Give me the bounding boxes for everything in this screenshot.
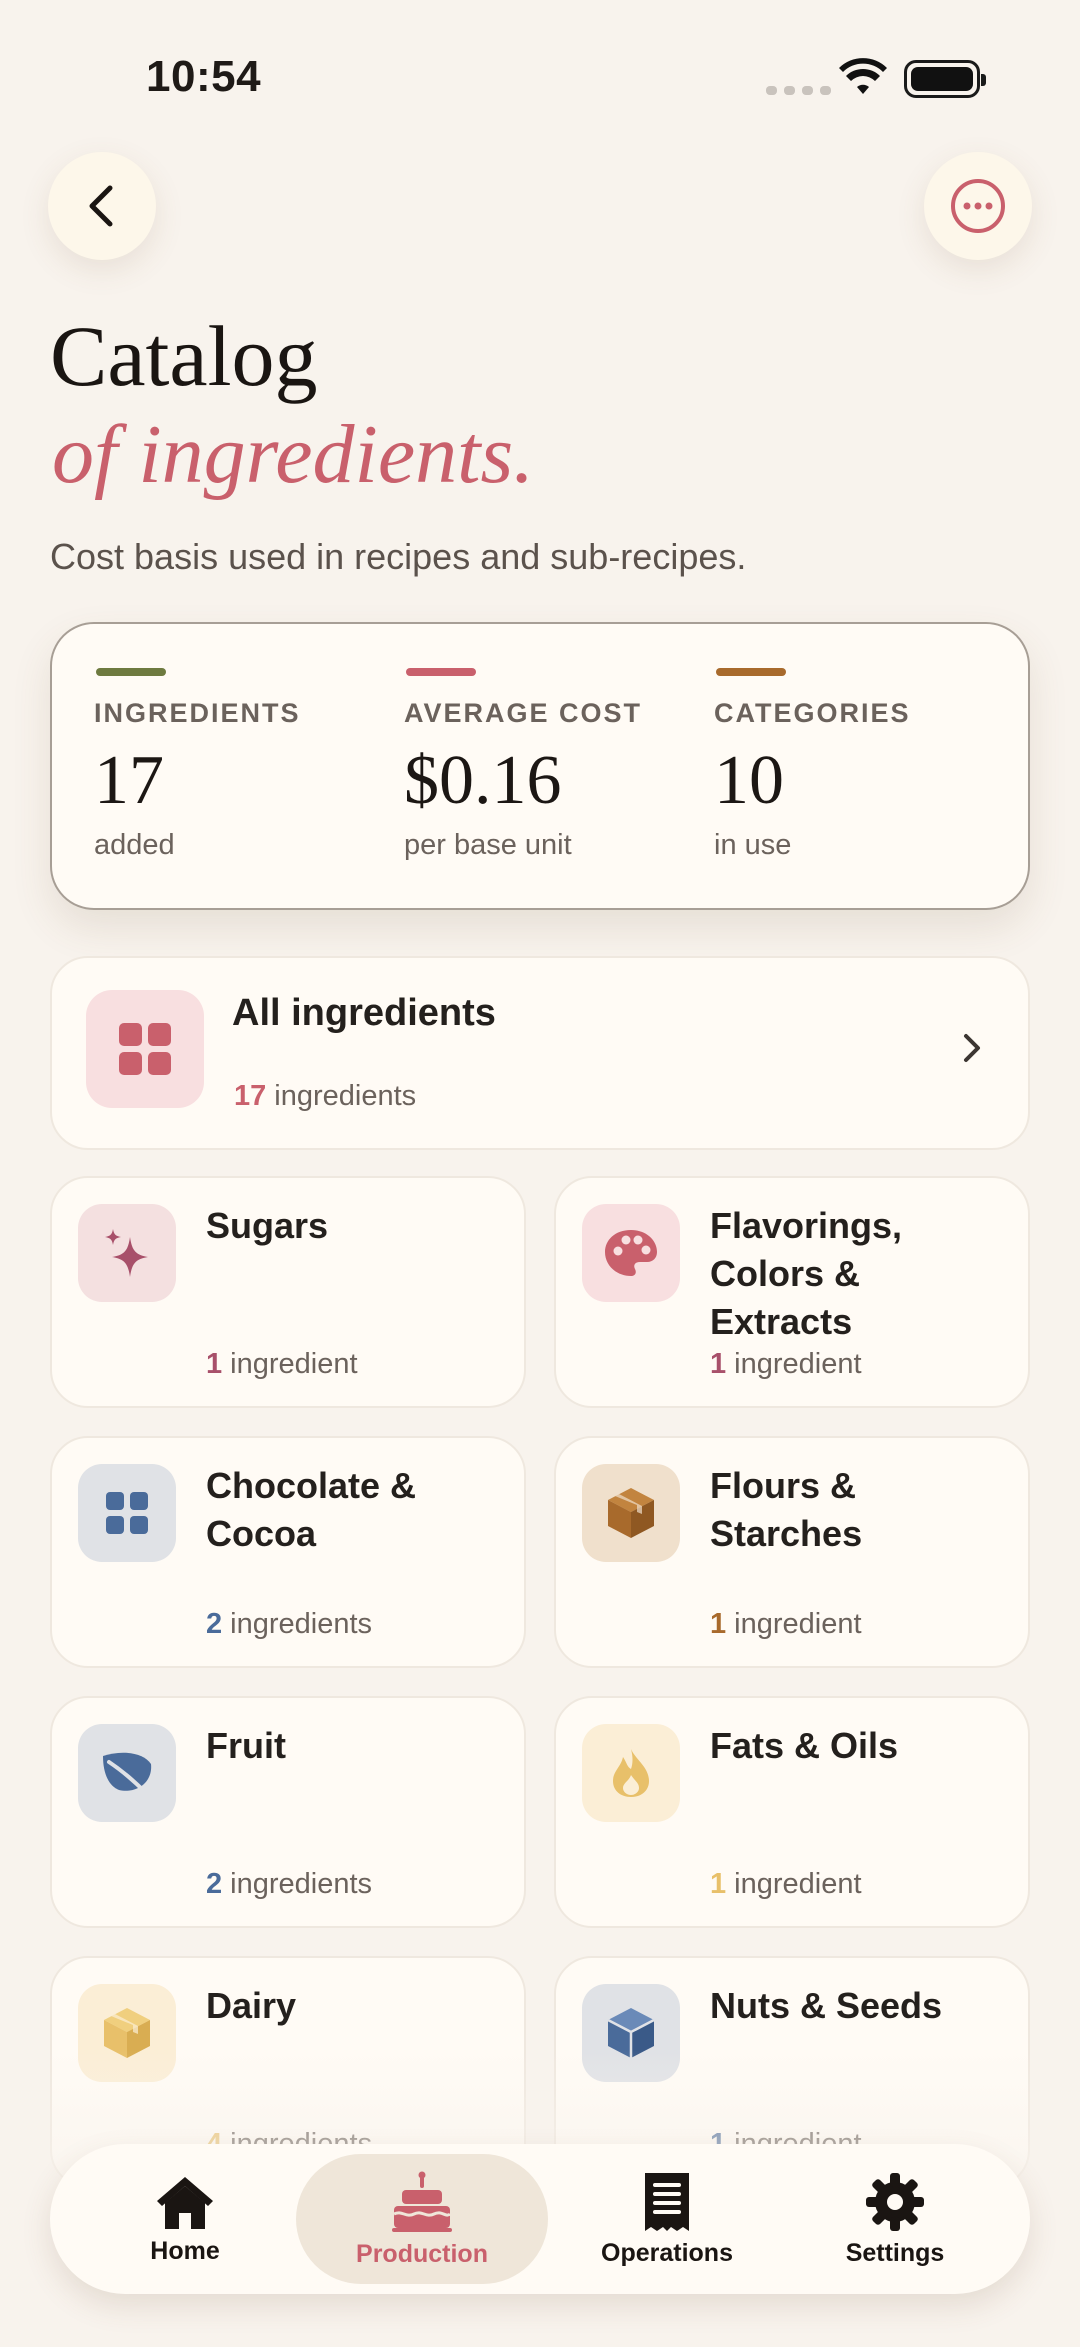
stats-card: INGREDIENTS 17 added AVERAGE COST $0.16 … [50, 622, 1030, 910]
more-icon [951, 179, 1005, 233]
tab-label: Production [356, 2239, 488, 2268]
category-count-line: 2 ingredients [206, 1868, 372, 1901]
palette-icon [605, 1230, 657, 1276]
category-card-flavorings[interactable]: Flavorings, Colors & Extracts 1 ingredien… [554, 1176, 1030, 1408]
stat-accent-bar [406, 668, 476, 676]
status-time: 10:54 [146, 52, 262, 101]
tab-home[interactable]: Home [80, 2154, 290, 2284]
category-icon-tile [582, 1464, 680, 1562]
category-unit: ingredient [734, 1348, 862, 1380]
category-unit: ingredients [230, 1608, 373, 1640]
category-count: 1 [710, 1608, 727, 1640]
category-count-line: 1ingredient [206, 1348, 358, 1381]
flame-icon [613, 1749, 649, 1797]
stat-value: 17 [94, 742, 164, 819]
category-count-line: 1ingredient [710, 1868, 862, 1901]
stat-value: $0.16 [404, 742, 562, 819]
category-count: 1 [710, 1868, 727, 1900]
category-icon-tile [582, 1724, 680, 1822]
stat-accent-bar [716, 668, 786, 676]
stat-value: 10 [714, 742, 784, 819]
gear-icon [866, 2172, 924, 2231]
category-icon-tile [78, 1724, 176, 1822]
stat-label: CATEGORIES [714, 698, 911, 728]
all-ingredients-icon-tile [86, 990, 204, 1108]
category-card-fruit[interactable]: Fruit 2 ingredients [50, 1696, 526, 1928]
stat-average-cost: AVERAGE COST $0.16 per base unit [404, 668, 684, 862]
stat-sub: in use [714, 829, 792, 861]
category-name: Fruit [206, 1725, 286, 1766]
category-unit: ingredients [230, 1868, 373, 1900]
stat-accent-bar [96, 668, 166, 676]
category-count: 2 [206, 1868, 223, 1900]
stat-sub: per base unit [404, 829, 572, 861]
all-ingredients-card[interactable]: All ingredients 17 ingredients [50, 956, 1030, 1150]
category-icon-tile [582, 1204, 680, 1302]
tab-operations[interactable]: Operations [554, 2154, 780, 2284]
category-name: Sugars [206, 1205, 329, 1246]
category-count-line: 2 ingredients [206, 1608, 372, 1641]
category-count-line: 1ingredient [710, 1608, 862, 1641]
tab-label: Settings [845, 2238, 945, 2267]
category-icon-tile [78, 1204, 176, 1302]
category-count-line: 1ingredient [710, 1348, 862, 1381]
sparkle-icon [105, 1229, 148, 1277]
stat-ingredients: INGREDIENTS 17 added [94, 668, 374, 862]
status-bar: 10:54 [0, 0, 1080, 150]
all-ingredients-title: All ingredients [232, 992, 496, 1034]
grid-icon [119, 1023, 171, 1075]
stat-label: INGREDIENTS [94, 698, 301, 728]
category-name: Fats & Oils [710, 1725, 899, 1766]
home-icon [157, 2176, 213, 2229]
stat-sub: added [94, 829, 175, 861]
category-name: Nuts & Seeds [710, 1985, 943, 2026]
all-ingredients-unit: ingredients [274, 1080, 417, 1112]
category-unit: ingredient [734, 1868, 862, 1900]
wifi-icon [839, 58, 887, 94]
stat-label: AVERAGE COST [404, 698, 643, 728]
chevron-right-icon [964, 1034, 980, 1062]
category-name: Dairy [206, 1985, 297, 2026]
category-card-sugars[interactable]: Sugars 1 ingredient [50, 1176, 526, 1408]
tab-settings[interactable]: Settings [790, 2154, 1000, 2284]
page-subtitle: of ingredients. [52, 408, 535, 501]
category-name: Flours & Starches [710, 1465, 863, 1554]
category-count: 1 [710, 1348, 727, 1380]
category-unit: ingredient [734, 1608, 862, 1640]
category-card-chocolate[interactable]: Chocolate & Cocoa 2 ingredients [50, 1436, 526, 1668]
category-name: Flavorings, Colors & Extracts [710, 1205, 903, 1342]
category-card-fats-oils[interactable]: Fats & Oils 1 ingredient [554, 1696, 1030, 1928]
more-options-button[interactable] [924, 152, 1032, 260]
receipt-icon [645, 2172, 689, 2231]
grid-icon [106, 1492, 148, 1534]
category-count: 1 [206, 1348, 223, 1380]
tab-label: Home [150, 2236, 220, 2265]
tab-bar: Home Production Operations Settings [50, 2144, 1030, 2294]
tab-production[interactable]: Production [296, 2154, 548, 2284]
category-unit: ingredient [230, 1348, 358, 1380]
cellular-signal-icon [766, 86, 831, 95]
category-name: Chocolate & Cocoa [206, 1465, 417, 1554]
page-title: Catalog [50, 308, 318, 404]
chevron-left-icon [89, 185, 113, 227]
box-icon [608, 1488, 654, 1538]
cake-icon [392, 2171, 452, 2232]
tab-label: Operations [601, 2238, 733, 2267]
category-count: 2 [206, 1608, 223, 1640]
category-card-flours[interactable]: Flours & Starches 1 ingredient [554, 1436, 1030, 1668]
back-button[interactable] [48, 152, 156, 260]
battery-icon [904, 60, 986, 98]
page-description: Cost basis used in recipes and sub-recip… [50, 536, 747, 577]
category-icon-tile [78, 1464, 176, 1562]
stat-categories: CATEGORIES 10 in use [714, 668, 994, 862]
leaf-icon [103, 1752, 152, 1794]
all-ingredients-count: 17 [234, 1080, 267, 1112]
all-ingredients-count-line: 17 ingredients [234, 1080, 416, 1113]
